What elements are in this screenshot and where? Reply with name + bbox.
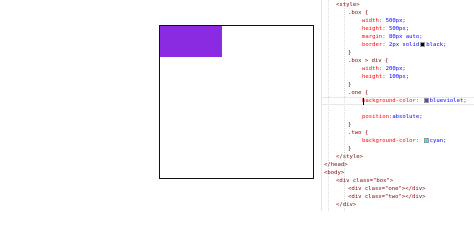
value: blueviolet; — [429, 98, 467, 104]
code-line: </style> — [336, 153, 474, 161]
tag: <div class="two"></div> — [348, 194, 426, 200]
code-line: } — [348, 49, 474, 57]
value: black; — [426, 42, 447, 48]
tag: </head> — [324, 162, 348, 168]
code-line: <style> — [336, 1, 474, 9]
one-box — [160, 26, 222, 57]
code-line: background-color: cyan; — [362, 137, 474, 145]
property: margin: — [362, 34, 386, 40]
code-line: </div> — [336, 201, 474, 209]
code-editor[interactable]: <style> .box { width: 500px; height: 500… — [322, 0, 474, 211]
code-line: position:absolute; — [362, 113, 474, 121]
value: 80px auto; — [388, 34, 423, 40]
tag: <div class="one"></div> — [348, 186, 426, 192]
property: position: — [362, 114, 393, 120]
brace: } — [348, 146, 352, 152]
tag: </div> — [336, 202, 357, 208]
color-swatch-cyan[interactable] — [423, 137, 429, 143]
value: 200px; — [385, 66, 406, 72]
property: height: — [362, 74, 386, 80]
tag: </style> — [336, 154, 363, 160]
code-line: } — [348, 145, 474, 153]
color-swatch-black[interactable] — [420, 41, 426, 47]
property: border: — [362, 42, 386, 48]
color-swatch-blueviolet[interactable] — [423, 97, 429, 103]
box-div-selector: .box > div { — [348, 58, 389, 64]
brace: } — [348, 122, 352, 128]
tag: <div class="box"> — [336, 178, 394, 184]
code-line: height: 100px; — [362, 73, 474, 81]
code-line: } — [348, 81, 474, 89]
value: 500px; — [385, 18, 406, 24]
code-line: <body> — [324, 169, 474, 177]
code-line: <div class="two"></div> — [348, 193, 474, 201]
code-line: .two { — [348, 129, 474, 137]
property: width: — [362, 18, 383, 24]
brace: } — [348, 82, 352, 88]
value: absolute; — [392, 114, 423, 120]
code-line: background-color: blueviolet; — [362, 97, 474, 105]
value: cyan; — [429, 138, 447, 144]
property: background-color: — [362, 98, 420, 104]
code-line: </head> — [324, 161, 474, 169]
value: 100px; — [388, 74, 410, 80]
code-line: border: 2px solid black; — [362, 41, 474, 49]
code-line: <div class="one"></div> — [348, 185, 474, 193]
code-line: height: 500px; — [362, 25, 474, 33]
code-line: .box { — [348, 9, 474, 17]
render-preview — [0, 0, 322, 211]
code-line: <div class="box"> — [336, 177, 474, 185]
text-cursor — [363, 98, 364, 105]
code-line: width: 500px; — [362, 17, 474, 25]
box-selector: .box { — [348, 10, 369, 16]
code-line: .box > div { — [348, 57, 474, 65]
value: 2px solid — [388, 42, 420, 48]
code-line: } — [348, 121, 474, 129]
style-open-tag: <style> — [336, 2, 360, 8]
brace: } — [348, 50, 352, 56]
one-selector: .one { — [348, 90, 369, 96]
property: height: — [362, 26, 386, 32]
box-container — [159, 25, 314, 179]
code-line: width: 200px; — [362, 65, 474, 73]
two-selector: .two { — [348, 130, 369, 136]
code-line: .one { — [348, 89, 474, 97]
code-line: margin: 80px auto; — [362, 33, 474, 41]
property: background-color: — [362, 138, 420, 144]
tag: <body> — [324, 170, 345, 176]
indent-guide — [328, 0, 329, 211]
property: width: — [362, 66, 383, 72]
value: 500px; — [388, 26, 410, 32]
